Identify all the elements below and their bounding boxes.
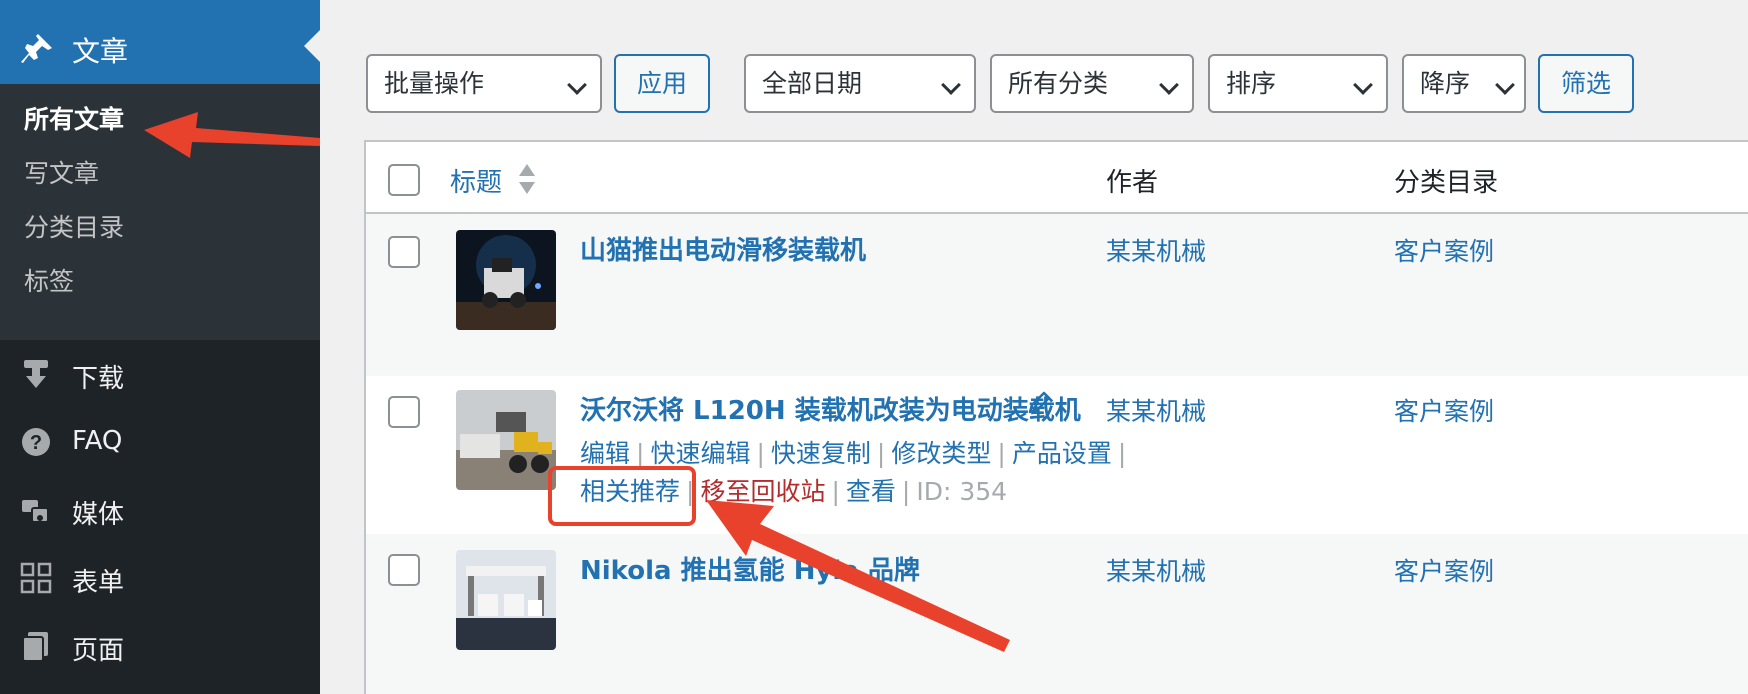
arrow-to-all-posts	[144, 112, 320, 158]
annotation-arrows	[144, 112, 1010, 652]
arrow-to-related	[706, 500, 1010, 652]
